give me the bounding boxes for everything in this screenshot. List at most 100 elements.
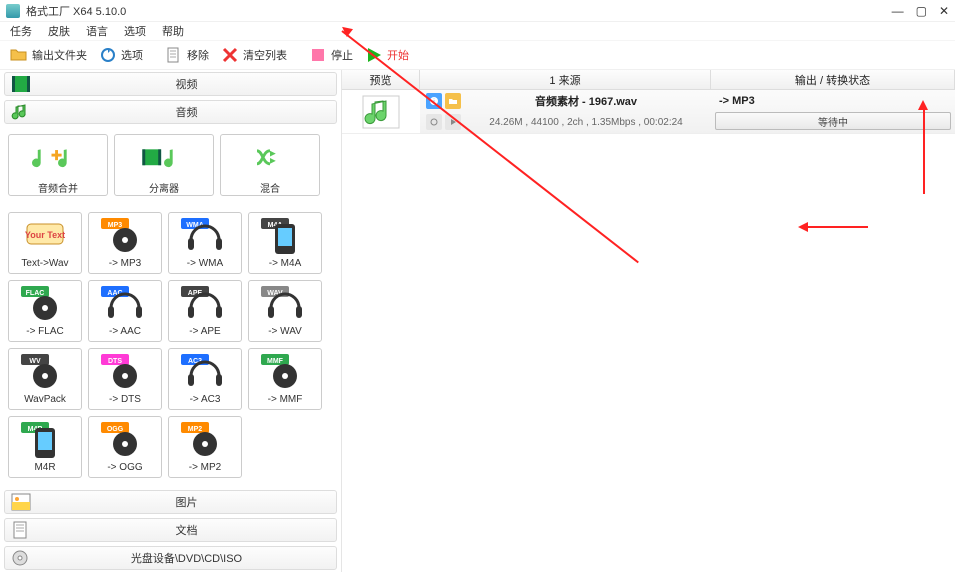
annotation-arrowhead-3 [798,222,808,232]
section-image[interactable]: 图片 [4,490,337,514]
section-video[interactable]: 视频 [4,72,337,96]
section-disc-label: 光盘设备\DVD\CD\ISO [37,550,336,566]
minimize-button[interactable]: — [892,4,904,18]
format-m4r[interactable]: M4R M4R [8,416,82,478]
window-controls: — ▢ ✕ [892,4,949,18]
svg-text:MP3: MP3 [108,222,123,229]
menu-options[interactable]: 选项 [124,23,146,39]
aac-icon: AAC [99,284,151,324]
stop-button[interactable]: 停止 [305,44,357,66]
folder-icon-mini[interactable] [445,93,461,109]
remove-button[interactable]: 移除 [161,44,213,66]
app-title: 格式工厂 X64 5.10.0 [26,3,126,19]
task-status-text: 等待中 [818,114,848,129]
menu-skin[interactable]: 皮肤 [48,23,70,39]
options-button[interactable]: 选项 [95,44,147,66]
section-disc[interactable]: 光盘设备\DVD\CD\ISO [4,546,337,570]
section-audio[interactable]: 音频 [4,100,337,124]
svg-text:FLAC: FLAC [26,290,45,297]
format-mp2[interactable]: MP2 -> MP2 [168,416,242,478]
format-mp3[interactable]: MP3 -> MP3 [88,212,162,274]
tool-audio-merge[interactable]: 音频合并 [8,134,108,196]
menubar: 任务 皮肤 语言 选项 帮助 [0,22,955,40]
format-flac-label: -> FLAC [26,326,64,337]
format-wv[interactable]: WV WavPack [8,348,82,410]
format-mp3-label: -> MP3 [109,258,142,269]
merge-icon [32,138,84,178]
tool-splitter[interactable]: 分离器 [114,134,214,196]
format-wav[interactable]: WAV -> WAV [248,280,322,342]
stop-icon [309,46,327,64]
tool-mix[interactable]: 混合 [220,134,320,196]
right-panel: 预览 1 来源 输出 / 转换状态 i 音频素材 - 1967.wav [342,70,955,572]
svg-text:Your Text: Your Text [25,230,65,240]
format-mmf[interactable]: MMF -> MMF [248,348,322,410]
menu-task[interactable]: 任务 [10,23,32,39]
clear-button[interactable]: 清空列表 [217,44,291,66]
m4a-icon: M4A [259,216,311,256]
section-doc-label: 文档 [37,522,336,538]
audio-tools-grid: 音频合并 分离器 混合 [0,126,341,204]
task-preview [342,90,420,133]
doc-icon [11,521,31,539]
format-m4a[interactable]: M4A -> M4A [248,212,322,274]
format-textwav[interactable]: Your Text Text->Wav [8,212,82,274]
options-icon-mini[interactable] [426,114,442,130]
start-button[interactable]: 开始 [361,44,413,66]
col-preview[interactable]: 预览 [342,70,420,89]
tool-mix-label: 混合 [260,180,280,195]
section-doc[interactable]: 文档 [4,518,337,542]
task-info: 24.26M , 44100 , 2ch , 1.35Mbps , 00:02:… [461,117,711,128]
svg-text:DTS: DTS [108,358,122,365]
ac3-icon: AC3 [179,352,231,392]
disc-icon [11,549,31,567]
refresh-icon [99,46,117,64]
wma-icon: WMA [179,216,231,256]
page-icon [165,46,183,64]
close-button[interactable]: ✕ [939,4,949,18]
task-row[interactable]: i 音频素材 - 1967.wav 24.26M , 44100 , 2ch ,… [342,90,955,134]
menu-help[interactable]: 帮助 [162,23,184,39]
mmf-icon: MMF [259,352,311,392]
task-output: -> MP3 等待中 [711,90,955,133]
format-aac[interactable]: AAC -> AAC [88,280,162,342]
format-wma[interactable]: WMA -> WMA [168,212,242,274]
ogg-icon: OGG [99,420,151,460]
format-m4a-label: -> M4A [269,258,302,269]
col-source[interactable]: 1 来源 [420,70,711,89]
titlebar: 格式工厂 X64 5.10.0 — ▢ ✕ [0,0,955,22]
note-icon [11,103,31,121]
start-label: 开始 [387,47,409,63]
split-icon [138,138,190,178]
m4r-icon: M4R [19,420,71,460]
task-status: 等待中 [715,112,951,130]
output-folder-button[interactable]: 输出文件夹 [6,44,91,66]
format-ac3-label: -> AC3 [190,394,221,405]
format-ape[interactable]: APE -> APE [168,280,242,342]
format-textwav-label: Text->Wav [21,258,68,269]
flac-icon: FLAC [19,284,71,324]
format-m4r-label: M4R [34,462,55,473]
main: 视频 音频 音频合并 分离器 [0,70,955,572]
ape-icon: APE [179,284,231,324]
section-video-label: 视频 [37,76,336,92]
task-mini-icons-2 [420,114,461,130]
format-mp2-label: -> MP2 [189,462,222,473]
wv-icon: WV [19,352,71,392]
maximize-button[interactable]: ▢ [916,4,927,18]
wav-icon: WAV [259,284,311,324]
annotation-arrowhead-2 [918,100,928,110]
menu-lang[interactable]: 语言 [86,23,108,39]
format-flac[interactable]: FLAC -> FLAC [8,280,82,342]
format-ape-label: -> APE [189,326,220,337]
format-ogg-label: -> OGG [107,462,142,473]
format-dts[interactable]: DTS -> DTS [88,348,162,410]
tool-audio-merge-label: 音频合并 [38,180,78,195]
textwav-icon: Your Text [19,216,71,256]
col-output[interactable]: 输出 / 转换状态 [711,70,955,89]
format-ac3[interactable]: AC3 -> AC3 [168,348,242,410]
format-ogg[interactable]: OGG -> OGG [88,416,162,478]
film-icon [11,75,31,93]
section-audio-label: 音频 [37,104,336,120]
mp3-icon: MP3 [99,216,151,256]
